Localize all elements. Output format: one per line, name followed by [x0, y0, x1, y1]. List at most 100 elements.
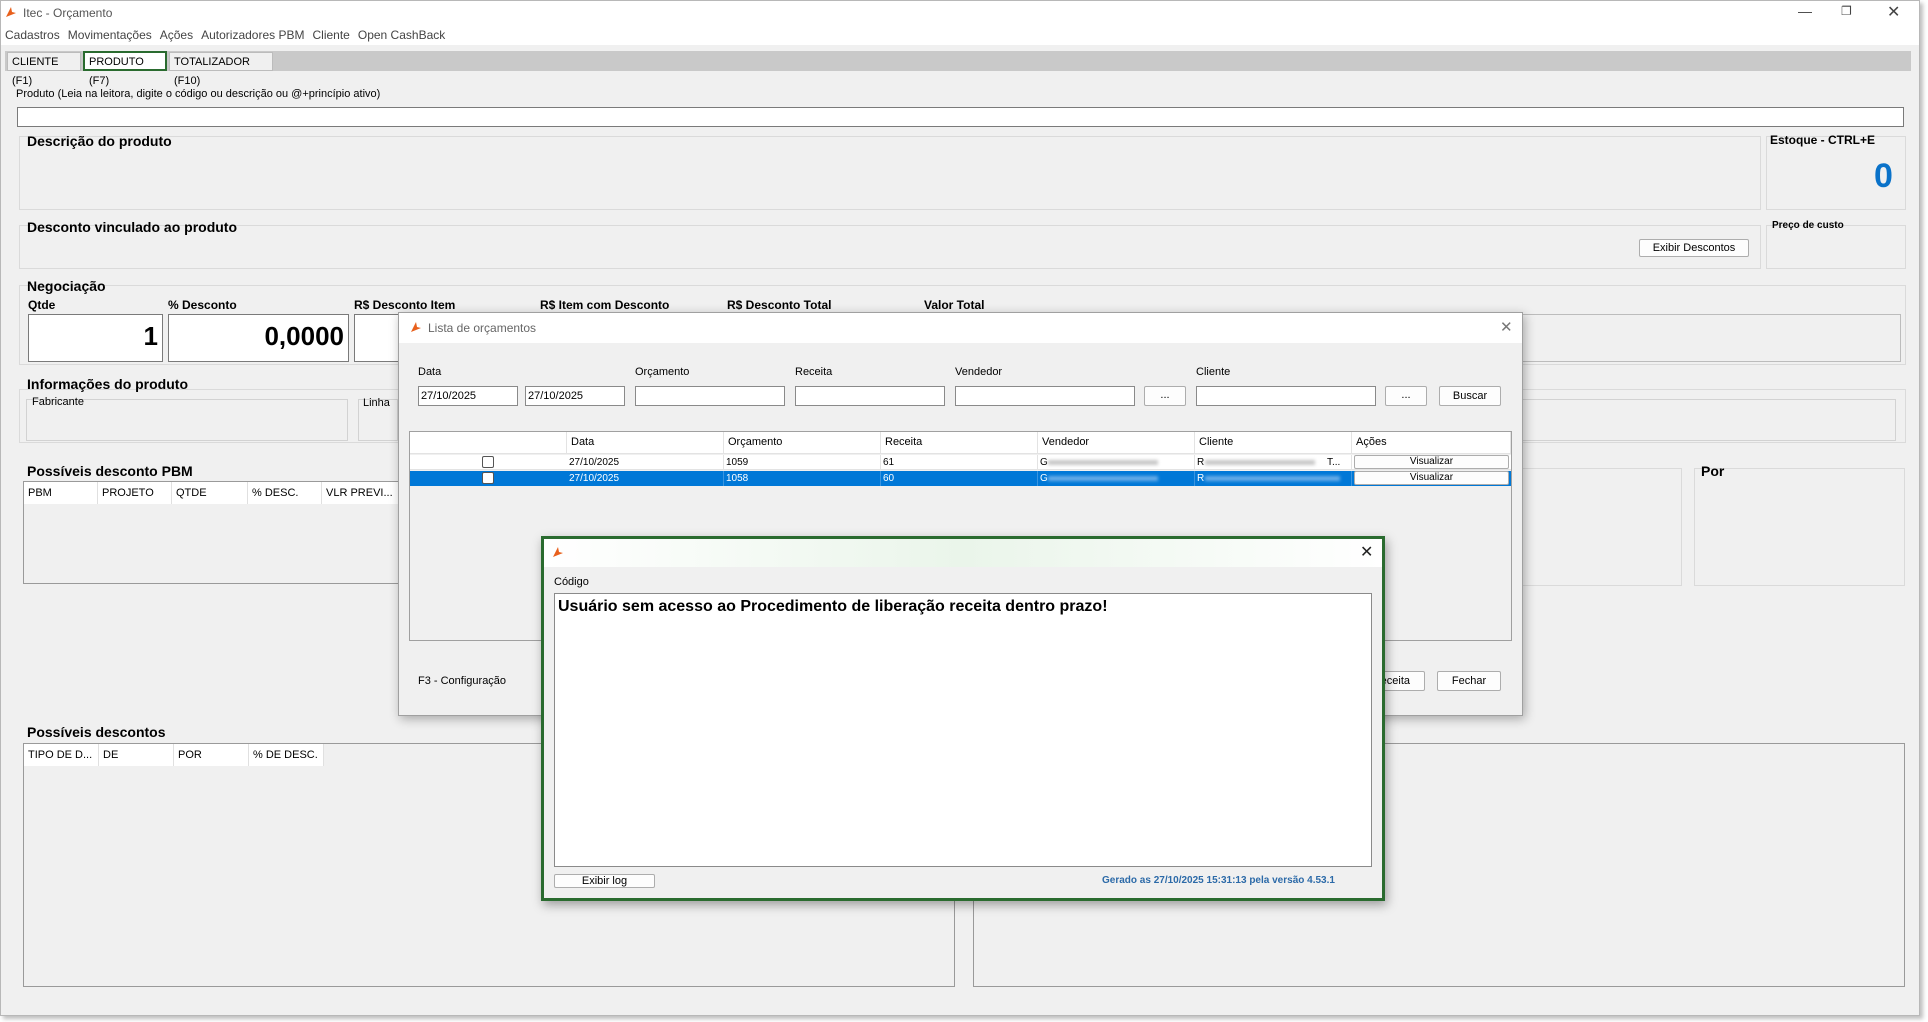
error-dialog: ✕ Código Usuário sem acesso ao Procedime…	[541, 536, 1385, 901]
seller-input[interactable]	[955, 386, 1135, 406]
row-date: 27/10/2025	[567, 455, 724, 470]
title-bar: Itec - Orçamento — ❐ ✕	[1, 1, 1919, 25]
disc-col-por[interactable]: POR	[174, 744, 249, 766]
menu-acoes[interactable]: Ações	[156, 25, 197, 45]
row-client-initial: R	[1197, 457, 1205, 468]
row-checkbox[interactable]	[482, 472, 494, 484]
product-search-input[interactable]	[17, 107, 1904, 127]
menu-open-cashback[interactable]: Open CashBack	[354, 25, 449, 45]
prescription-input[interactable]	[795, 386, 945, 406]
filter-budget-label: Orçamento	[635, 366, 690, 378]
close-icon[interactable]: ✕	[1887, 2, 1900, 22]
error-dialog-titlebar: ✕	[544, 539, 1382, 567]
row-client: R	[1195, 471, 1352, 486]
line-label: Linha	[363, 397, 390, 409]
pbm-col-pbm[interactable]: PBM	[24, 482, 98, 504]
minimize-icon[interactable]: —	[1798, 3, 1812, 19]
por-panel	[1694, 468, 1905, 586]
total-value-label: Valor Total	[924, 298, 985, 312]
grid-col-date[interactable]: Data	[567, 432, 724, 454]
pbm-col-desc[interactable]: % DESC.	[248, 482, 322, 504]
grid-col-seller[interactable]: Vendedor	[1038, 432, 1195, 454]
disc-col-de[interactable]: DE	[99, 744, 174, 766]
pbm-col-vlr-previ[interactable]: VLR PREVI...	[322, 482, 402, 504]
code-label: Código	[554, 576, 589, 588]
view-button[interactable]: Visualizar	[1354, 455, 1509, 469]
item-discount-input[interactable]	[354, 314, 404, 362]
cost-price-panel	[1766, 225, 1906, 269]
product-info-header: Informações do produto	[27, 376, 188, 392]
row-seller-initial: G	[1040, 473, 1048, 484]
grid-col-budget[interactable]: Orçamento	[724, 432, 881, 454]
client-input[interactable]	[1196, 386, 1376, 406]
discount-pct-label: % Desconto	[168, 298, 237, 312]
description-header: Descrição do produto	[27, 133, 172, 149]
grid-col-actions[interactable]: Ações	[1352, 432, 1511, 454]
client-lookup-button[interactable]: ...	[1385, 386, 1427, 406]
pbm-col-projeto[interactable]: PROJETO	[98, 482, 172, 504]
tab-totalizador[interactable]: TOTALIZADOR (F10)	[169, 52, 273, 87]
error-logo-icon	[553, 547, 563, 557]
redacted-client	[1205, 476, 1340, 481]
row-checkbox[interactable]	[482, 456, 494, 468]
row-seller: G	[1038, 471, 1195, 486]
qty-input[interactable]: 1	[28, 314, 163, 362]
item-with-discount-label: R$ Item com Desconto	[540, 298, 670, 312]
table-row[interactable]: 27/10/2025 1058 60 G R Visualizar	[410, 471, 1511, 486]
error-message-box[interactable]: Usuário sem acesso ao Procedimento de li…	[554, 593, 1372, 867]
grid-col-client[interactable]: Cliente	[1195, 432, 1352, 454]
row-prescription: 61	[881, 455, 1038, 470]
config-hint: F3 - Configuração	[418, 675, 507, 687]
filter-date-label: Data	[418, 366, 442, 378]
filter-client-label: Cliente	[1196, 366, 1231, 378]
restore-icon[interactable]: ❐	[1841, 4, 1852, 18]
por-header: Por	[1701, 463, 1725, 479]
menu-autorizadores-pbm[interactable]: Autorizadores PBM	[197, 25, 308, 45]
discount-pct-input[interactable]: 0,0000	[168, 314, 349, 362]
date-from-input[interactable]: 27/10/2025	[418, 386, 518, 406]
budget-dialog-title: Lista de orçamentos	[428, 321, 537, 335]
budget-number-input[interactable]	[635, 386, 785, 406]
menu-movimentacoes[interactable]: Movimentações	[64, 25, 156, 45]
pbm-middle-panel	[1511, 468, 1682, 586]
dialog-logo-icon	[411, 322, 421, 332]
qty-label: Qtde	[28, 298, 56, 312]
disc-col-tipo[interactable]: TIPO DE D...	[24, 744, 99, 766]
date-to-input[interactable]: 27/10/2025	[525, 386, 625, 406]
view-button[interactable]: Visualizar	[1354, 471, 1509, 485]
row-date: 27/10/2025	[567, 471, 724, 486]
pbm-col-qtde[interactable]: QTDE	[172, 482, 248, 504]
filter-seller-label: Vendedor	[955, 366, 1003, 378]
grid-col-check	[410, 432, 567, 454]
redacted-seller	[1048, 476, 1158, 481]
disc-col-pct[interactable]: % DE DESC.	[249, 744, 324, 766]
generated-version-text: Gerado as 27/10/2025 15:31:13 pela versã…	[1102, 875, 1335, 886]
redacted-client	[1205, 460, 1315, 465]
show-discounts-button[interactable]: Exibir Descontos	[1639, 239, 1749, 257]
menu-cliente[interactable]: Cliente	[309, 25, 354, 45]
discount-linked-panel	[19, 225, 1761, 269]
row-client-suffix: T...	[1327, 457, 1341, 468]
seller-lookup-button[interactable]: ...	[1144, 386, 1186, 406]
row-budget: 1058	[724, 471, 881, 486]
show-log-button[interactable]: Exibir log	[554, 874, 655, 888]
pbm-discount-header: Possíveis desconto PBM	[27, 463, 193, 479]
menu-bar: Cadastros Movimentações Ações Autorizadores…	[1, 25, 1919, 45]
stock-value: 0	[1874, 157, 1893, 195]
redacted-seller	[1048, 460, 1158, 465]
budget-dialog-close-icon[interactable]: ✕	[1500, 318, 1513, 336]
menu-cadastros[interactable]: Cadastros	[1, 25, 64, 45]
tab-produto[interactable]: PRODUTO (F7)	[83, 51, 167, 87]
table-row[interactable]: 27/10/2025 1059 61 G R T... Visualizar	[410, 455, 1511, 470]
row-seller: G	[1038, 455, 1195, 470]
search-button[interactable]: Buscar	[1439, 386, 1501, 406]
close-button[interactable]: Fechar	[1437, 671, 1501, 691]
description-panel	[19, 136, 1761, 210]
app-logo-icon	[6, 7, 16, 17]
error-dialog-close-icon[interactable]: ✕	[1360, 542, 1373, 562]
pbm-table: PBM PROJETO QTDE % DESC. VLR PREVI...	[23, 481, 403, 584]
row-seller-initial: G	[1040, 457, 1048, 468]
negotiation-header: Negociação	[27, 278, 106, 294]
tab-cliente[interactable]: CLIENTE (F1)	[7, 52, 81, 87]
grid-col-prescription[interactable]: Receita	[881, 432, 1038, 454]
